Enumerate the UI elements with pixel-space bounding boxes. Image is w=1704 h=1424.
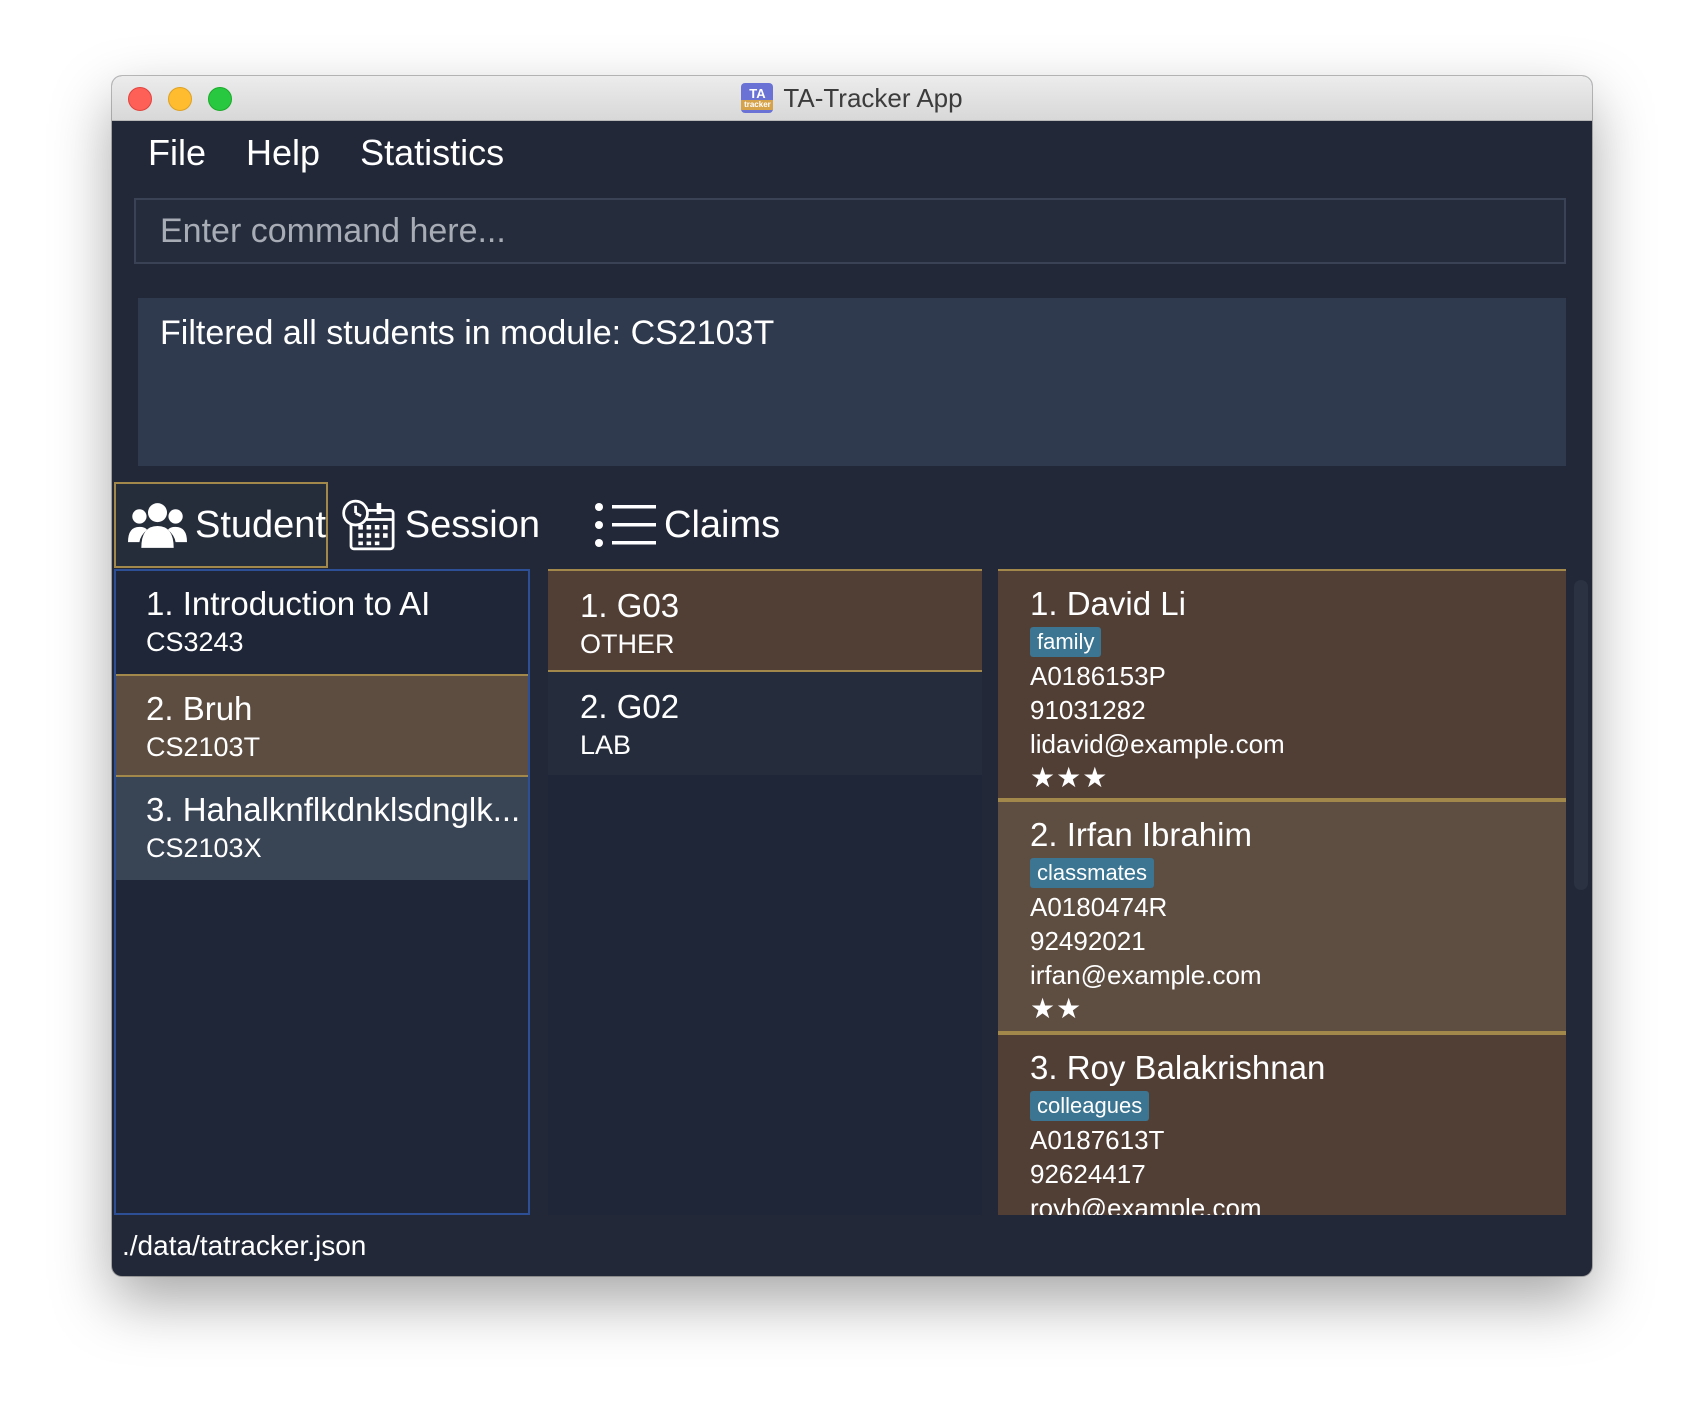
student-name: 1. David Li	[1030, 585, 1186, 622]
tab-bar: Student Session Claims	[114, 482, 1014, 570]
student-email: lidavid@example.com	[1030, 729, 1285, 759]
data-file-path: ./data/tatracker.json	[122, 1230, 367, 1261]
module-title: 3. Hahalknflkdnklsdnglk...	[146, 791, 521, 828]
group-card[interactable]: 1. G03 OTHER	[548, 569, 982, 672]
module-card[interactable]: 1. Introduction to AI CS3243	[116, 571, 528, 674]
student-matric: A0186153P	[1030, 661, 1166, 691]
group-card[interactable]: 2. G02 LAB	[548, 672, 982, 775]
menu-help[interactable]: Help	[246, 132, 320, 174]
module-code: CS3243	[146, 627, 244, 657]
tab-claims[interactable]: Claims	[594, 482, 794, 568]
module-code: CS2103X	[146, 833, 262, 863]
group-title: 1. G03	[580, 587, 680, 624]
module-card[interactable]: 3. Hahalknflkdnklsdnglk... CS2103X	[116, 777, 528, 880]
module-title: 2. Bruh	[146, 690, 253, 727]
app-logo-icon: TA tracker	[741, 83, 774, 113]
student-name: 2. Irfan Ibrahim	[1030, 816, 1252, 853]
menu-statistics[interactable]: Statistics	[360, 132, 504, 174]
module-title: 1. Introduction to AI	[146, 585, 431, 622]
module-card[interactable]: 2. Bruh CS2103T	[116, 674, 528, 777]
tab-session-label: Session	[404, 503, 540, 546]
menu-file[interactable]: File	[148, 132, 206, 174]
tab-student-label: Student	[195, 503, 326, 546]
students-icon	[128, 503, 187, 548]
tab-claims-label: Claims	[664, 503, 781, 546]
student-phone: 91031282	[1030, 695, 1146, 725]
student-list-scrollbar[interactable]	[1574, 580, 1588, 890]
group-type: OTHER	[580, 629, 675, 659]
app-logo-subtext: tracker	[741, 99, 774, 110]
group-type: LAB	[580, 730, 632, 760]
window-title: TA tracker TA-Tracker App	[112, 76, 1592, 120]
student-card[interactable]: 2. Irfan Ibrahim classmates A0180474R 92…	[998, 802, 1566, 1035]
student-matric: A0187613T	[1030, 1125, 1165, 1155]
student-phone: 92624417	[1030, 1159, 1146, 1189]
title-bar: TA tracker TA-Tracker App	[112, 76, 1592, 121]
menu-bar: File Help Statistics	[112, 121, 1592, 185]
session-clock-calendar-icon	[342, 499, 395, 551]
command-input[interactable]	[134, 198, 1566, 264]
module-list-panel[interactable]: 1. Introduction to AI CS3243 2. Bruh CS2…	[114, 569, 530, 1215]
student-tag: colleagues	[1030, 1091, 1150, 1121]
student-tag: family	[1030, 627, 1102, 657]
student-email: royb@example.com	[1030, 1193, 1262, 1215]
module-code: CS2103T	[146, 732, 261, 762]
student-name: 3. Roy Balakrishnan	[1030, 1049, 1326, 1086]
list-icon	[595, 503, 656, 547]
student-matric: A0180474R	[1030, 892, 1168, 922]
student-list-panel[interactable]: 1. David Li family A0186153P 91031282 li…	[998, 569, 1566, 1215]
student-email: irfan@example.com	[1030, 960, 1262, 990]
group-list-panel[interactable]: 1. G03 OTHER 2. G02 LAB	[548, 569, 982, 1215]
rating-stars: ★★	[1030, 993, 1083, 1024]
tab-student[interactable]: Student	[114, 482, 328, 568]
result-text: Filtered all students in module: CS2103T	[160, 314, 775, 352]
app-window: TA tracker TA-Tracker App File Help Stat…	[112, 76, 1592, 1276]
window-title-text: TA-Tracker App	[783, 82, 963, 113]
status-bar: ./data/tatracker.json	[112, 1216, 1592, 1276]
tab-session[interactable]: Session	[340, 482, 540, 568]
app-logo-text: TA	[749, 85, 766, 101]
student-card[interactable]: 3. Roy Balakrishnan colleagues A0187613T…	[998, 1035, 1566, 1215]
result-display: Filtered all students in module: CS2103T	[138, 298, 1566, 466]
student-tag: classmates	[1030, 858, 1155, 888]
group-title: 2. G02	[580, 688, 680, 725]
student-card[interactable]: 1. David Li family A0186153P 91031282 li…	[998, 569, 1566, 802]
student-phone: 92492021	[1030, 926, 1146, 956]
rating-stars: ★★★	[1030, 762, 1109, 793]
